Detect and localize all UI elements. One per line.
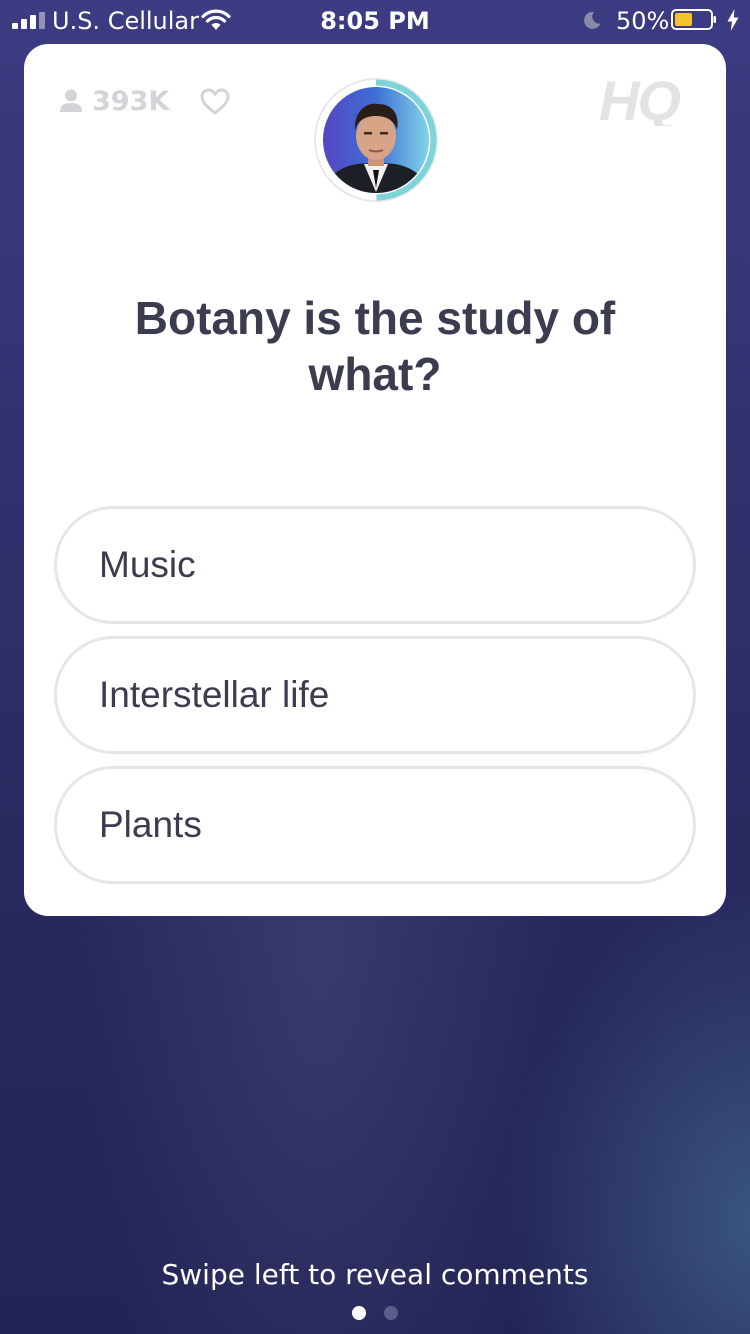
viewer-count: 393K bbox=[60, 85, 170, 117]
answer-label: Interstellar life bbox=[99, 674, 330, 715]
page-indicator[interactable] bbox=[0, 1306, 750, 1320]
host-avatar bbox=[314, 78, 438, 202]
question-text: Botany is the study of what? bbox=[134, 292, 616, 400]
swipe-hint: Swipe left to reveal comments bbox=[161, 1258, 589, 1291]
page-dot-2[interactable] bbox=[384, 1306, 398, 1320]
battery-percent: 50% bbox=[616, 7, 670, 35]
answer-label: Music bbox=[99, 544, 196, 585]
answer-option-1[interactable]: Music bbox=[54, 506, 696, 624]
answer-label: Plants bbox=[99, 804, 202, 845]
question-card: 393K HQ Botany is the study of what? Mus… bbox=[24, 44, 726, 916]
battery-icon bbox=[671, 9, 716, 30]
answer-option-2[interactable]: Interstellar life bbox=[54, 636, 696, 754]
answer-option-3[interactable]: Plants bbox=[54, 766, 696, 884]
heart-icon[interactable] bbox=[200, 88, 230, 115]
charging-bolt-icon bbox=[727, 9, 739, 31]
hq-logo-text: HQ bbox=[599, 70, 680, 126]
moon-icon bbox=[584, 11, 601, 29]
hq-logo: HQ bbox=[599, 70, 682, 126]
person-icon bbox=[60, 89, 82, 112]
page-dot-1[interactable] bbox=[352, 1306, 366, 1320]
viewer-count-label: 393K bbox=[92, 85, 170, 117]
status-bar: U.S. Cellular 8:05 PM 50% bbox=[0, 0, 750, 40]
